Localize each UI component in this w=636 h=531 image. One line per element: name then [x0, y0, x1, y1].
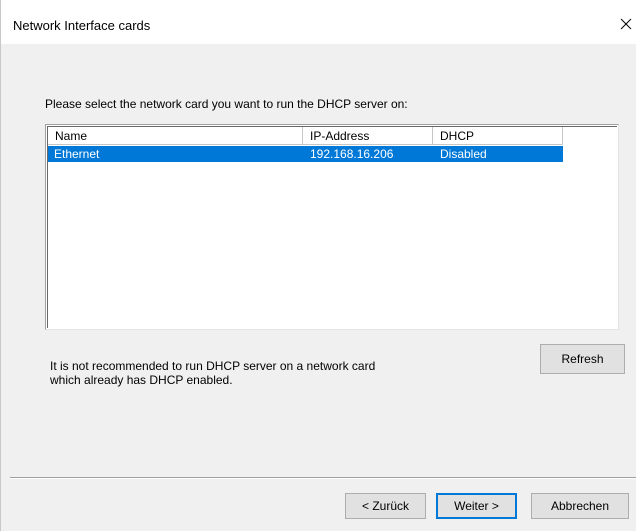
- dialog-window: Network Interface cards Please select th…: [0, 0, 636, 531]
- cell-dhcp: Disabled: [440, 147, 487, 161]
- network-card-list[interactable]: Name IP-Address DHCP Ethernet 192.168.16…: [45, 124, 619, 330]
- cell-ip-address: 192.168.16.206: [310, 147, 394, 161]
- window-border: [0, 0, 1, 531]
- refresh-button[interactable]: Refresh: [540, 344, 625, 374]
- column-header-dhcp[interactable]: DHCP: [433, 127, 563, 145]
- column-header-name[interactable]: Name: [48, 127, 303, 145]
- next-button[interactable]: Weiter >: [436, 493, 517, 519]
- list-row-ethernet[interactable]: Ethernet 192.168.16.206 Disabled: [48, 146, 563, 162]
- close-icon: [620, 18, 632, 30]
- footer-separator-highlight: [10, 478, 636, 479]
- column-header-ip-address[interactable]: IP-Address: [303, 127, 433, 145]
- instruction-text: Please select the network card you want …: [45, 97, 408, 111]
- dhcp-warning-text: It is not recommended to run DHCP server…: [50, 359, 376, 387]
- cancel-button[interactable]: Abbrechen: [531, 493, 629, 519]
- back-button[interactable]: < Zurück: [345, 493, 426, 519]
- cell-name: Ethernet: [54, 147, 100, 161]
- close-button[interactable]: [614, 12, 636, 36]
- title-bar: Network Interface cards: [0, 0, 636, 44]
- window-title: Network Interface cards: [13, 18, 151, 33]
- list-header: Name IP-Address DHCP: [48, 127, 617, 145]
